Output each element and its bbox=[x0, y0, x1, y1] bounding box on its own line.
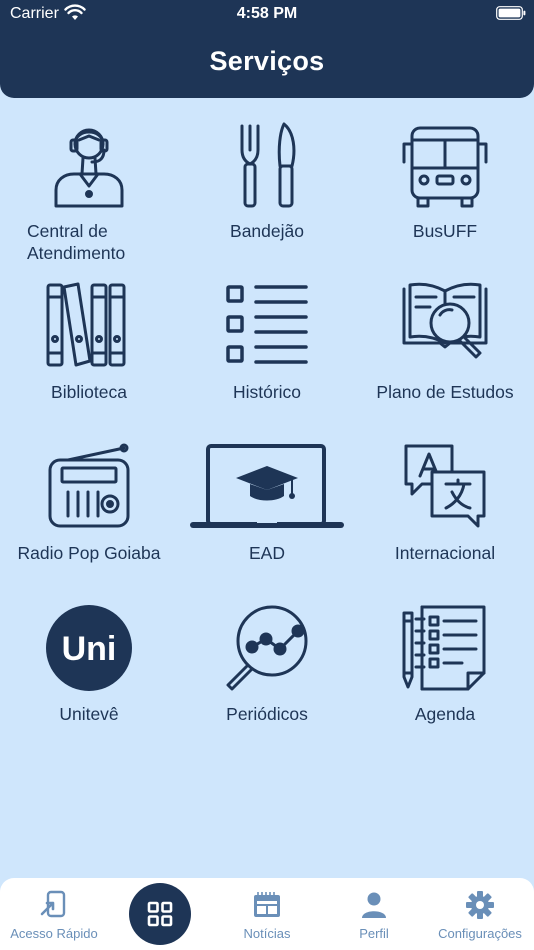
translate-icon bbox=[400, 442, 490, 532]
laptop-graduation-icon bbox=[188, 442, 346, 532]
service-ead[interactable]: EAD bbox=[178, 442, 356, 592]
service-label: Agenda bbox=[414, 704, 476, 724]
tab-noticias[interactable]: Notícias bbox=[213, 878, 321, 950]
service-label: BusUFF bbox=[412, 221, 478, 241]
tab-label: Configurações bbox=[438, 926, 522, 941]
status-time: 4:58 PM bbox=[236, 5, 298, 22]
quick-access-icon bbox=[40, 890, 66, 918]
tab-servicos[interactable] bbox=[129, 883, 191, 945]
battery-icon bbox=[496, 6, 526, 20]
tab-acesso-rapido[interactable]: Acesso Rápido bbox=[0, 878, 108, 950]
tab-configuracoes[interactable]: Configurações bbox=[426, 878, 534, 950]
tab-label: Acesso Rápido bbox=[10, 926, 98, 941]
headset-agent-icon bbox=[44, 120, 134, 210]
service-periodicos[interactable]: Periódicos bbox=[178, 603, 356, 753]
status-bar: Carrier 4:58 PM bbox=[0, 0, 534, 28]
service-internacional[interactable]: Internacional bbox=[356, 442, 534, 592]
service-biblioteca[interactable]: Biblioteca bbox=[0, 281, 178, 431]
service-label: Unitevê bbox=[59, 704, 119, 724]
book-magnifier-icon bbox=[400, 281, 490, 371]
service-label: Internacional bbox=[394, 543, 496, 563]
service-label: Bandejão bbox=[230, 221, 304, 241]
service-radio-pop-goiaba[interactable]: Radio Pop Goiaba bbox=[0, 442, 178, 592]
gear-icon bbox=[466, 891, 494, 919]
checklist-icon bbox=[222, 281, 312, 371]
notepad-pencil-icon bbox=[400, 603, 490, 693]
service-central-de-atendimento[interactable]: Central de Atendimento bbox=[0, 120, 178, 270]
service-plano-de-estudos[interactable]: Plano de Estudos bbox=[356, 281, 534, 431]
fork-knife-icon bbox=[222, 120, 312, 210]
service-label: Histórico bbox=[232, 382, 302, 402]
radio-icon bbox=[44, 442, 134, 532]
service-agenda[interactable]: Agenda bbox=[356, 603, 534, 753]
service-bandejao[interactable]: Bandejão bbox=[178, 120, 356, 270]
service-label: Biblioteca bbox=[51, 382, 127, 402]
page-title: Serviços bbox=[209, 46, 325, 76]
svg-text:Uni: Uni bbox=[62, 630, 117, 668]
service-busuff[interactable]: BusUFF bbox=[356, 120, 534, 270]
books-icon bbox=[44, 281, 134, 371]
grid-icon bbox=[147, 901, 173, 927]
tab-perfil[interactable]: Perfil bbox=[320, 878, 428, 950]
service-label: Periódicos bbox=[226, 704, 308, 724]
service-label: Plano de Estudos bbox=[376, 382, 514, 402]
newspaper-icon bbox=[254, 892, 280, 917]
unitv-logo-icon: Uni bbox=[44, 603, 134, 693]
person-icon bbox=[362, 892, 386, 918]
magnifier-chart-icon bbox=[222, 603, 312, 693]
header-bar: Carrier 4:58 PM Serviços bbox=[0, 0, 534, 98]
bus-icon bbox=[400, 120, 490, 210]
service-label: EAD bbox=[249, 543, 285, 563]
service-label: Radio Pop Goiaba bbox=[17, 543, 161, 563]
tab-label: Perfil bbox=[359, 926, 389, 941]
service-uniteve[interactable]: Uni Unitevê bbox=[0, 603, 178, 753]
tab-bar: Acesso Rápido Notícias Perfil Configuraç… bbox=[0, 878, 534, 950]
service-historico[interactable]: Histórico bbox=[178, 281, 356, 431]
tab-label: Notícias bbox=[243, 926, 291, 941]
